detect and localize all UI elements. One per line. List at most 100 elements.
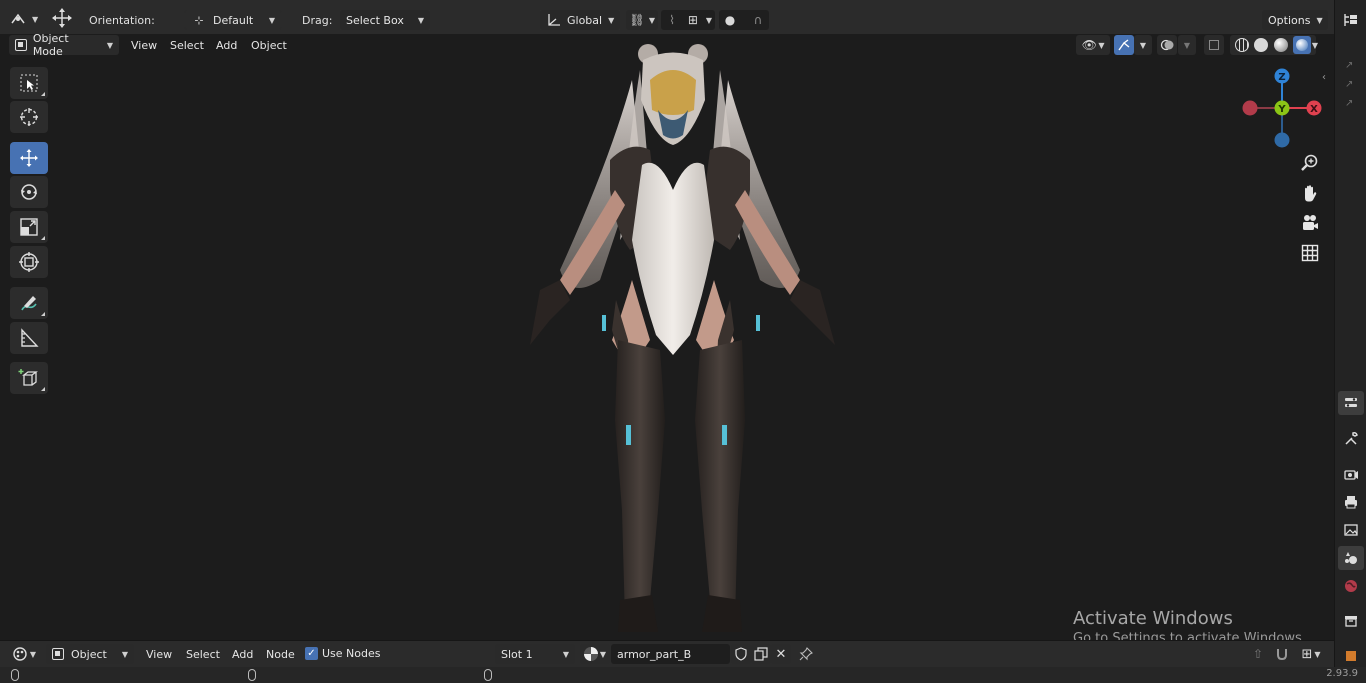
magnet-icon	[1277, 649, 1287, 661]
orientation-label: Orientation:	[89, 13, 155, 27]
slot-value: Slot 1	[501, 647, 533, 661]
measure-tool[interactable]	[10, 322, 48, 354]
zoom-button[interactable]	[1296, 151, 1324, 175]
move-tool[interactable]	[10, 142, 48, 174]
select-box-icon	[20, 74, 38, 92]
gizmo-toggle[interactable]	[1114, 35, 1134, 55]
gizmo-neg-z[interactable]	[1274, 132, 1290, 148]
solid-shading-icon[interactable]	[1254, 38, 1269, 52]
overlays-dropdown[interactable]: ▼	[1178, 35, 1196, 55]
output-properties-tab[interactable]	[1338, 490, 1364, 514]
chevron-down-icon: ▼	[268, 15, 275, 25]
restrict-select-icon[interactable]: ↗	[1345, 94, 1353, 113]
tool-properties-tab[interactable]	[1338, 426, 1364, 450]
material-slot-dropdown[interactable]: Slot 1 ▼	[495, 644, 575, 664]
options-dropdown[interactable]: Options ▼	[1262, 10, 1328, 30]
collection-properties-tab[interactable]	[1338, 609, 1364, 633]
node-menu-add[interactable]: Add	[226, 644, 259, 664]
unlink-material-button[interactable]: ✕	[771, 644, 791, 664]
rotate-tool[interactable]	[10, 176, 48, 208]
character-model-preview	[530, 44, 835, 632]
shading-dropdown[interactable]: ▼	[1306, 35, 1324, 55]
tool-submenu-indicator	[41, 312, 45, 316]
up-arrow-icon: ⇧	[1252, 647, 1264, 661]
outliner-editor-button[interactable]	[1338, 8, 1364, 32]
menu-select[interactable]: Select	[164, 35, 210, 55]
menu-view[interactable]: View	[125, 35, 163, 55]
world-properties-tab[interactable]	[1338, 574, 1364, 598]
node-snap-element-dropdown[interactable]: ⊞ ▼	[1294, 644, 1328, 664]
gizmo-neg-x[interactable]	[1242, 100, 1258, 116]
drag-value: Select Box	[346, 13, 404, 27]
wrench-screwdriver-icon	[1345, 432, 1358, 445]
cursor-tool[interactable]	[10, 101, 48, 133]
xray-toggle[interactable]	[1204, 35, 1224, 55]
ortho-toggle-button[interactable]	[1296, 241, 1324, 265]
tool-submenu-indicator	[41, 92, 45, 96]
pan-button[interactable]	[1296, 181, 1324, 205]
world-globe-icon	[1345, 580, 1357, 592]
editor-type-dropdown[interactable]: ▼	[8, 644, 40, 664]
node-menu-select[interactable]: Select	[180, 644, 226, 664]
mouse-middle-icon	[248, 669, 256, 681]
orientation-dropdown[interactable]: ⊹ Default ▼	[184, 10, 282, 30]
material-name-field[interactable]: armor_part_B	[611, 644, 730, 664]
global-axes-icon	[548, 14, 560, 26]
chevron-down-icon: ▼	[599, 649, 607, 659]
add-cube-tool[interactable]	[10, 362, 48, 394]
select-box-tool[interactable]	[10, 67, 48, 99]
annotate-tool[interactable]	[10, 287, 48, 319]
navigation-gizmo[interactable]: X Z Y	[1238, 66, 1328, 152]
falloff-curve-icon[interactable]: ∩	[750, 12, 766, 28]
use-nodes-label: Use Nodes	[322, 647, 381, 660]
drag-dropdown[interactable]: Select Box ▼	[340, 10, 430, 30]
shader-type-value: Object	[71, 647, 107, 661]
material-preview-icon[interactable]	[1273, 38, 1288, 52]
visibility-dropdown[interactable]: 👁 ▼	[1076, 35, 1110, 55]
render-properties-tab[interactable]	[1338, 462, 1364, 486]
restrict-select-icon[interactable]: ↗	[1345, 56, 1353, 75]
camera-view-button[interactable]	[1296, 211, 1324, 235]
mode-dropdown[interactable]: Object Mode ▼	[9, 32, 119, 58]
snap-icon[interactable]: ⌇	[664, 12, 680, 28]
use-nodes-checkbox[interactable]: ✓ Use Nodes	[305, 647, 381, 660]
scene-properties-tab[interactable]	[1338, 546, 1364, 570]
material-name-value: armor_part_B	[617, 647, 692, 661]
tool-header: ▼ Orientation: ⊹ Default ▼ Drag: Select …	[0, 0, 1334, 34]
parent-node-tree-button[interactable]: ⇧	[1248, 644, 1268, 664]
pivot-icon: ⛓	[629, 13, 645, 27]
restrict-select-icon[interactable]: ↗	[1345, 75, 1353, 94]
chevron-down-icon: ▼	[32, 14, 39, 24]
xray-icon	[1209, 40, 1219, 50]
overlays-toggle[interactable]	[1157, 35, 1177, 55]
view-layer-properties-tab[interactable]	[1338, 518, 1364, 542]
scale-tool[interactable]	[10, 211, 48, 243]
pin-button[interactable]	[796, 644, 816, 664]
version-label: 2.93.9	[1326, 668, 1358, 679]
wireframe-shading-icon[interactable]	[1234, 38, 1249, 52]
gizmo-dropdown[interactable]: ▼	[1134, 35, 1152, 55]
object-properties-tab[interactable]	[1338, 644, 1364, 668]
menu-object[interactable]: Object	[245, 35, 293, 55]
snap-increment-icon[interactable]: ⊞	[685, 12, 701, 28]
proportional-edit-icon[interactable]: ●	[722, 12, 738, 28]
fake-user-toggle[interactable]	[731, 644, 751, 664]
node-menu-view[interactable]: View	[140, 644, 178, 664]
duplicate-material-button[interactable]	[751, 644, 771, 664]
transform-tool-icon[interactable]	[50, 8, 74, 28]
properties-editor-button[interactable]	[1338, 391, 1364, 415]
add-cube-icon	[18, 369, 38, 386]
menu-add[interactable]: Add	[210, 35, 243, 55]
pivot-point-dropdown[interactable]: ⛓ ▼	[626, 10, 658, 30]
mouse-right-icon	[484, 669, 492, 681]
transform-orientation-dropdown[interactable]: Global ▼	[540, 10, 620, 30]
browse-material-dropdown[interactable]: ▼	[580, 644, 610, 664]
shader-type-dropdown[interactable]: Object ▼	[46, 644, 134, 664]
transform-tool[interactable]	[10, 246, 48, 278]
node-snap-toggle[interactable]	[1272, 644, 1292, 664]
object-square-icon	[1346, 651, 1356, 661]
pin-icon	[799, 647, 813, 661]
editor-type-selector[interactable]: ▼	[10, 9, 38, 29]
node-menu-node[interactable]: Node	[260, 644, 301, 664]
sidebar-toggle-arrow-icon[interactable]: ‹	[1322, 72, 1326, 83]
